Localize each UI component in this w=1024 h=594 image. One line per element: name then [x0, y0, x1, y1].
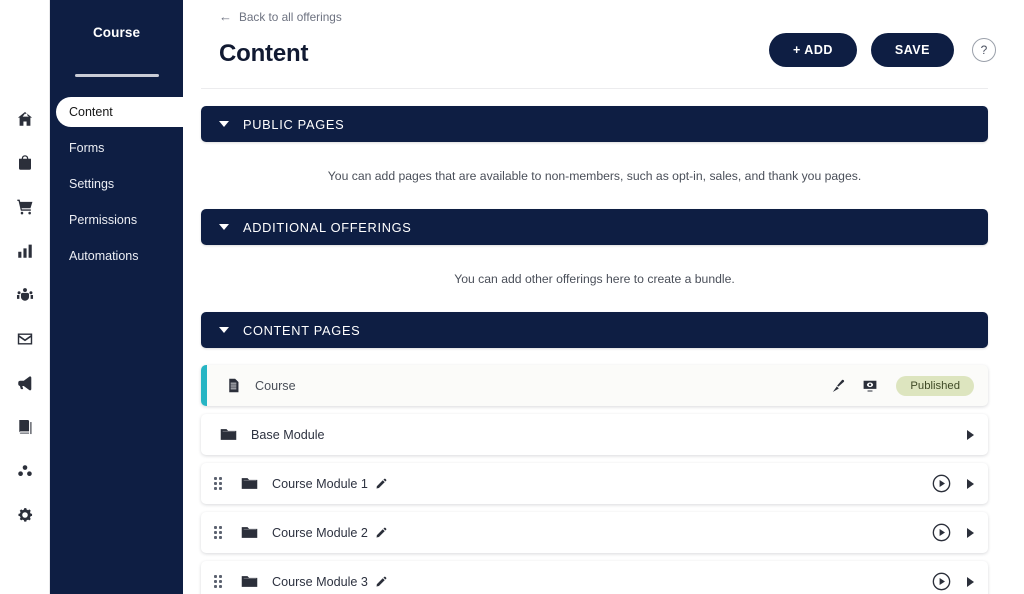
section-header-public-pages[interactable]: PUBLIC PAGES	[201, 106, 988, 142]
row-label: Base Module	[251, 427, 325, 442]
bar-chart-icon[interactable]	[10, 236, 40, 266]
back-link-label: Back to all offerings	[239, 9, 342, 24]
document-icon	[225, 377, 242, 394]
sidebar-item-label: Settings	[69, 177, 115, 191]
global-icon-rail	[0, 0, 50, 594]
sidebar-item-permissions[interactable]: Permissions	[50, 205, 183, 235]
sidebar-item-forms[interactable]: Forms	[50, 133, 183, 163]
preview-icon[interactable]	[862, 378, 878, 394]
chevron-right-icon[interactable]	[967, 429, 974, 440]
section-title: CONTENT PAGES	[243, 322, 361, 338]
brush-icon[interactable]	[830, 378, 846, 394]
gear-icon[interactable]	[10, 500, 40, 530]
back-to-all-offerings-link[interactable]: ← Back to all offerings	[219, 10, 342, 24]
content-body: PUBLIC PAGES You can add pages that are a…	[183, 89, 1024, 594]
row-label: Course Module 2	[272, 525, 368, 540]
table-row[interactable]: Course Module 1	[201, 463, 988, 504]
megaphone-icon[interactable]	[10, 368, 40, 398]
save-button[interactable]: SAVE	[870, 33, 954, 67]
page-header: ← Back to all offerings Content + ADD SA…	[183, 0, 1024, 89]
section-title: ADDITIONAL OFFERINGS	[243, 219, 412, 235]
header-divider	[201, 88, 988, 89]
sidebar-item-automations[interactable]: Automations	[50, 241, 183, 271]
main-panel: ← Back to all offerings Content + ADD SA…	[183, 0, 1024, 594]
header-actions: + ADD SAVE ?	[768, 33, 996, 67]
play-circle-icon[interactable]	[932, 572, 951, 591]
chevron-down-icon	[219, 224, 229, 230]
book-icon[interactable]	[10, 412, 40, 442]
back-arrow-icon: ←	[219, 9, 232, 24]
chevron-right-icon[interactable]	[967, 478, 974, 489]
add-button[interactable]: + ADD	[768, 33, 857, 67]
row-actions	[932, 474, 988, 493]
sidebar-item-settings[interactable]: Settings	[50, 169, 183, 199]
envelope-icon[interactable]	[10, 324, 40, 354]
sidebar-item-label: Permissions	[69, 213, 138, 227]
chevron-right-icon[interactable]	[967, 527, 974, 538]
play-circle-icon[interactable]	[932, 474, 951, 493]
section-title: PUBLIC PAGES	[243, 116, 345, 132]
row-actions	[932, 523, 988, 542]
section-header-content-pages[interactable]: CONTENT PAGES	[201, 312, 988, 348]
section-note: You can add other offerings here to crea…	[454, 272, 735, 286]
table-row[interactable]: Base Module	[201, 414, 988, 455]
drag-handle-icon[interactable]	[214, 526, 232, 539]
bag-icon[interactable]	[10, 148, 40, 178]
row-label: Course Module 3	[272, 574, 368, 589]
sidebar-item-content[interactable]: Content	[56, 97, 183, 127]
community-icon[interactable]	[10, 456, 40, 486]
pencil-icon[interactable]	[375, 477, 388, 490]
sidebar-item-label: Content	[69, 105, 113, 119]
drag-handle-icon[interactable]	[214, 575, 232, 588]
sidebar-item-label: Forms	[69, 141, 105, 155]
row-label: Course	[255, 378, 296, 393]
row-actions: Published	[830, 375, 988, 396]
chevron-down-icon	[219, 327, 229, 333]
folder-icon	[240, 572, 259, 591]
section-note: You can add pages that are available to …	[327, 169, 862, 183]
content-pages-list: Course Published Base Module Course Module …	[201, 365, 988, 594]
cart-icon[interactable]	[10, 192, 40, 222]
row-actions	[932, 572, 988, 591]
folder-icon	[240, 474, 259, 493]
drag-handle-icon[interactable]	[214, 477, 232, 490]
offering-sidebar: Course Content Forms Settings Permissions Au…	[50, 0, 183, 594]
row-label: Course Module 1	[272, 476, 368, 491]
row-actions	[967, 429, 988, 440]
app-root: Course Content Forms Settings Permissions Au…	[0, 0, 1024, 594]
chevron-down-icon	[219, 121, 229, 127]
chevron-right-icon[interactable]	[967, 576, 974, 587]
sidebar-title: Course	[92, 25, 141, 40]
folder-icon	[240, 523, 259, 542]
section-header-additional-offerings[interactable]: ADDITIONAL OFFERINGS	[201, 209, 988, 245]
play-circle-icon[interactable]	[932, 523, 951, 542]
sidebar-nav: Content Forms Settings Permissions Automatio…	[50, 97, 183, 271]
people-icon[interactable]	[10, 280, 40, 310]
table-row[interactable]: Course Module 3	[201, 561, 988, 594]
row-accent-bar	[201, 365, 207, 406]
table-row[interactable]: Course Module 2	[201, 512, 988, 553]
pencil-icon[interactable]	[375, 526, 388, 539]
sidebar-item-label: Automations	[69, 249, 139, 263]
pencil-icon[interactable]	[375, 575, 388, 588]
help-icon[interactable]: ?	[972, 38, 996, 62]
status-badge: Published	[896, 375, 974, 396]
sidebar-divider	[74, 74, 159, 77]
table-row[interactable]: Course Published	[201, 365, 988, 406]
folder-icon	[219, 425, 238, 444]
home-icon[interactable]	[10, 104, 40, 134]
